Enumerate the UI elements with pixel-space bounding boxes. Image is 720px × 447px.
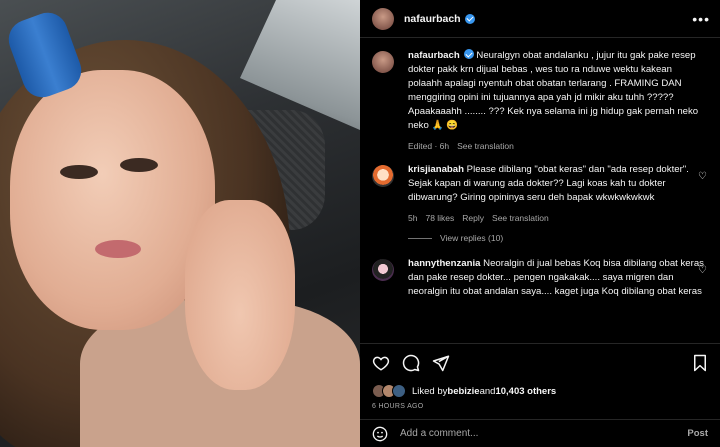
liked-by-count[interactable]: 10,403 others: [495, 386, 556, 397]
verified-badge-icon: [463, 49, 474, 59]
caption-text: Neuralgyn obat andalanku , jujur itu gak…: [408, 50, 699, 131]
comment-input[interactable]: Add a comment...: [400, 428, 478, 439]
post-photo[interactable]: [0, 0, 360, 447]
liked-by-and: and: [479, 385, 496, 397]
lips: [95, 240, 141, 258]
view-replies-label: View replies (10): [440, 233, 504, 243]
avatar[interactable]: [372, 51, 394, 73]
eye-left: [60, 165, 98, 179]
post-timestamp: 6 HOURS AGO: [372, 403, 424, 410]
add-comment-bar: Add a comment... Post: [360, 419, 720, 447]
peace-sign-hand: [185, 200, 295, 390]
avatar[interactable]: [372, 165, 394, 187]
see-translation-link[interactable]: See translation: [492, 211, 549, 225]
comment-username[interactable]: krisjianabah: [408, 164, 464, 175]
caption-username[interactable]: nafaurbach: [408, 50, 460, 61]
divider: [408, 237, 432, 239]
see-translation-link[interactable]: See translation: [457, 139, 514, 153]
verified-badge-icon: [464, 13, 475, 24]
view-replies-button[interactable]: View replies (10): [408, 233, 708, 243]
likes-summary[interactable]: Liked by bebizie and 10,403 others: [372, 384, 708, 398]
bookmark-icon[interactable]: [692, 354, 708, 372]
post-username[interactable]: nafaurbach: [404, 13, 461, 25]
caption-time: Edited · 6h: [408, 141, 450, 151]
comment-item: krisjianabah Please dibilang "obat keras…: [372, 163, 708, 225]
reply-button[interactable]: Reply: [462, 211, 484, 225]
eye-right: [120, 158, 158, 172]
post-button[interactable]: Post: [687, 428, 708, 439]
emoji-icon[interactable]: [372, 426, 388, 442]
avatar[interactable]: [372, 7, 394, 30]
more-horizontal-icon[interactable]: •••: [692, 11, 710, 27]
post-actions: Liked by bebizie and 10,403 others 6 HOU…: [360, 343, 720, 410]
comment-likes[interactable]: 78 likes: [425, 211, 454, 225]
like-heart-icon[interactable]: [372, 354, 390, 372]
heart-icon[interactable]: ♡: [698, 265, 708, 276]
heart-icon[interactable]: ♡: [698, 171, 708, 182]
comment-time: 5h: [408, 213, 418, 223]
share-paper-plane-icon[interactable]: [432, 354, 450, 372]
comment-username[interactable]: hannythenzania: [408, 258, 481, 269]
comments-list: nafaurbach Neuralgyn obat andalanku , ju…: [360, 39, 720, 343]
comment-bubble-icon[interactable]: [402, 354, 420, 372]
avatar[interactable]: [372, 259, 394, 281]
comment-item: hannythenzania Neoralgin di jual bebas K…: [372, 257, 708, 299]
liked-by-user[interactable]: bebizie: [447, 386, 479, 397]
post-header: nafaurbach •••: [360, 0, 720, 38]
caption: nafaurbach Neuralgyn obat andalanku , ju…: [372, 49, 708, 153]
liker-avatars: [372, 384, 406, 398]
post-dialog: nafaurbach ••• nafaurbach Neuralgyn obat…: [0, 0, 720, 447]
comments-panel: nafaurbach ••• nafaurbach Neuralgyn obat…: [360, 0, 720, 447]
liked-by-prefix: Liked by: [412, 385, 448, 397]
